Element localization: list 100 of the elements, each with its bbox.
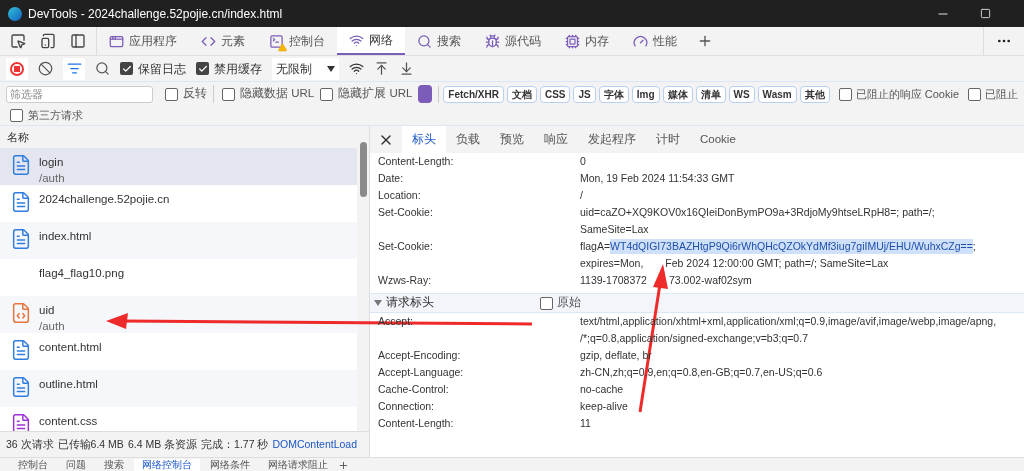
panel-tab[interactable]: 搜索 [405, 27, 473, 55]
filter-chip[interactable]: JS [573, 85, 596, 103]
checkbox-label: 已阻止的响应 Cookie [855, 86, 959, 102]
download-icon[interactable] [399, 61, 414, 76]
all-filter-chip[interactable] [418, 85, 433, 103]
checkbox[interactable] [968, 87, 981, 101]
scrollbar[interactable] [357, 126, 369, 431]
status-text: 已传输6.4 MB [57, 436, 124, 452]
request-name: content.html [39, 340, 102, 355]
add-tab-icon[interactable] [697, 33, 713, 49]
console-icon [269, 33, 284, 49]
inspect-icon[interactable] [10, 33, 26, 49]
stylesheet-icon [10, 413, 32, 431]
detail-tab[interactable]: 标头 [402, 126, 446, 153]
checkbox[interactable] [196, 62, 209, 75]
expand-triangle-icon[interactable] [374, 300, 382, 306]
panel-tab[interactable]: 网络 [337, 27, 405, 55]
drawer-tab[interactable]: 网络控制台 [134, 459, 200, 471]
filter-chip[interactable]: 其他 [799, 85, 830, 103]
checkbox[interactable] [540, 296, 553, 310]
header-value: SameSite=Lax [580, 221, 649, 237]
panel-tab[interactable]: 应用程序 [97, 27, 189, 55]
filter-icon [66, 61, 82, 76]
record-button[interactable] [6, 57, 28, 80]
checkbox-label: 原始 [557, 295, 581, 311]
drawer-tab[interactable]: 网络条件 [202, 459, 258, 471]
detail-tab[interactable]: Cookie [690, 126, 746, 153]
column-header: 名称 [7, 129, 29, 145]
request-name: uid [39, 303, 56, 318]
filter-field[interactable]: 筛选器 [6, 85, 153, 103]
device-icon[interactable] [40, 33, 56, 49]
filter-chip[interactable]: Img [631, 85, 660, 103]
throttle-select[interactable]: 无限制 [272, 57, 339, 80]
filter-chip[interactable]: Fetch/XHR [443, 85, 504, 103]
bug-icon [485, 33, 500, 49]
request-path: /auth [39, 319, 65, 334]
detail-tab[interactable]: 响应 [534, 126, 578, 153]
filter-button[interactable] [63, 57, 85, 80]
detail-tab[interactable]: 发起程序 [578, 126, 646, 153]
header-value: 0 [580, 153, 586, 169]
header-value: / [580, 187, 583, 203]
request-name: content.css [39, 414, 98, 429]
request-name: flag4_flag10.png [39, 266, 125, 281]
request-row[interactable]: index.html [0, 222, 357, 259]
panel-tab[interactable]: 控制台 [257, 27, 337, 55]
drawer-tab[interactable]: 问题 [58, 459, 94, 471]
request-name: index.html [39, 229, 92, 244]
filter-chip[interactable]: 清单 [695, 85, 726, 103]
detail-tab[interactable]: 计时 [646, 126, 690, 153]
checkbox[interactable] [120, 62, 133, 75]
drawer-tab[interactable]: 搜索 [96, 459, 132, 471]
filter-chip[interactable]: 字体 [598, 85, 629, 103]
header-value: flagA= [580, 238, 611, 254]
checkbox[interactable] [320, 87, 334, 101]
checkbox-label: 反转 [183, 86, 207, 102]
filter-chip[interactable]: CSS [539, 85, 571, 103]
filter-chip[interactable]: WS [728, 85, 755, 103]
drawer-tab[interactable]: 控制台 [10, 459, 56, 471]
status-text: 完成：1.77 秒 [201, 436, 269, 452]
maximize-icon[interactable] [980, 8, 991, 19]
request-row[interactable]: outline.html [0, 370, 357, 407]
request-row[interactable]: uid /auth [0, 296, 357, 333]
header-name: Date: [378, 170, 404, 186]
panel-tab[interactable]: 元素 [189, 27, 257, 55]
panel-tab[interactable]: 内存 [553, 27, 621, 55]
search-icon[interactable] [95, 61, 110, 76]
status-link[interactable]: DOMContentLoad [272, 436, 358, 453]
document-icon [10, 376, 32, 398]
document-icon [10, 191, 32, 213]
upload-icon[interactable] [374, 61, 389, 76]
dock-icon[interactable] [70, 33, 86, 49]
document-icon [10, 154, 32, 176]
add-tab-icon[interactable] [338, 460, 349, 471]
section-title[interactable]: 请求标头 [386, 294, 536, 312]
header-value: 1139-1708372 [580, 272, 647, 288]
checkbox[interactable] [165, 87, 178, 101]
checkbox[interactable] [838, 87, 852, 101]
filter-chip[interactable]: Wasm [757, 85, 797, 103]
header-value: 11 [580, 415, 591, 431]
panel-tab[interactable]: 性能 [621, 27, 689, 55]
detail-tab[interactable]: 负载 [446, 126, 490, 153]
wifi-icon [349, 32, 364, 48]
header-value: ; [972, 238, 976, 254]
panel-tab[interactable]: 源代码 [473, 27, 553, 55]
checkbox-label: 已阻止 [985, 86, 1018, 102]
checkbox[interactable] [10, 109, 23, 122]
detail-tab[interactable]: 预览 [490, 126, 534, 153]
checkbox[interactable] [222, 87, 235, 101]
request-row[interactable]: login /auth [0, 148, 357, 185]
header-name: Set-Cookie: [378, 204, 433, 220]
clear-icon[interactable] [38, 61, 53, 76]
filter-chip[interactable]: 媒体 [662, 85, 693, 103]
filter-chip[interactable]: 文档 [506, 85, 537, 103]
document-icon [10, 339, 32, 361]
chip-icon [565, 33, 580, 49]
search-icon [417, 33, 432, 49]
header-value: uid=caZO+XQ9KOV0x16QIeiDonBymPO9a+3RdjoMy9htseLRpH8=; path=/; [580, 204, 935, 220]
header-value: keep-alive [580, 398, 628, 414]
drawer-tab[interactable]: 网络请求阻止 [260, 459, 336, 471]
request-name: outline.html [39, 377, 98, 392]
